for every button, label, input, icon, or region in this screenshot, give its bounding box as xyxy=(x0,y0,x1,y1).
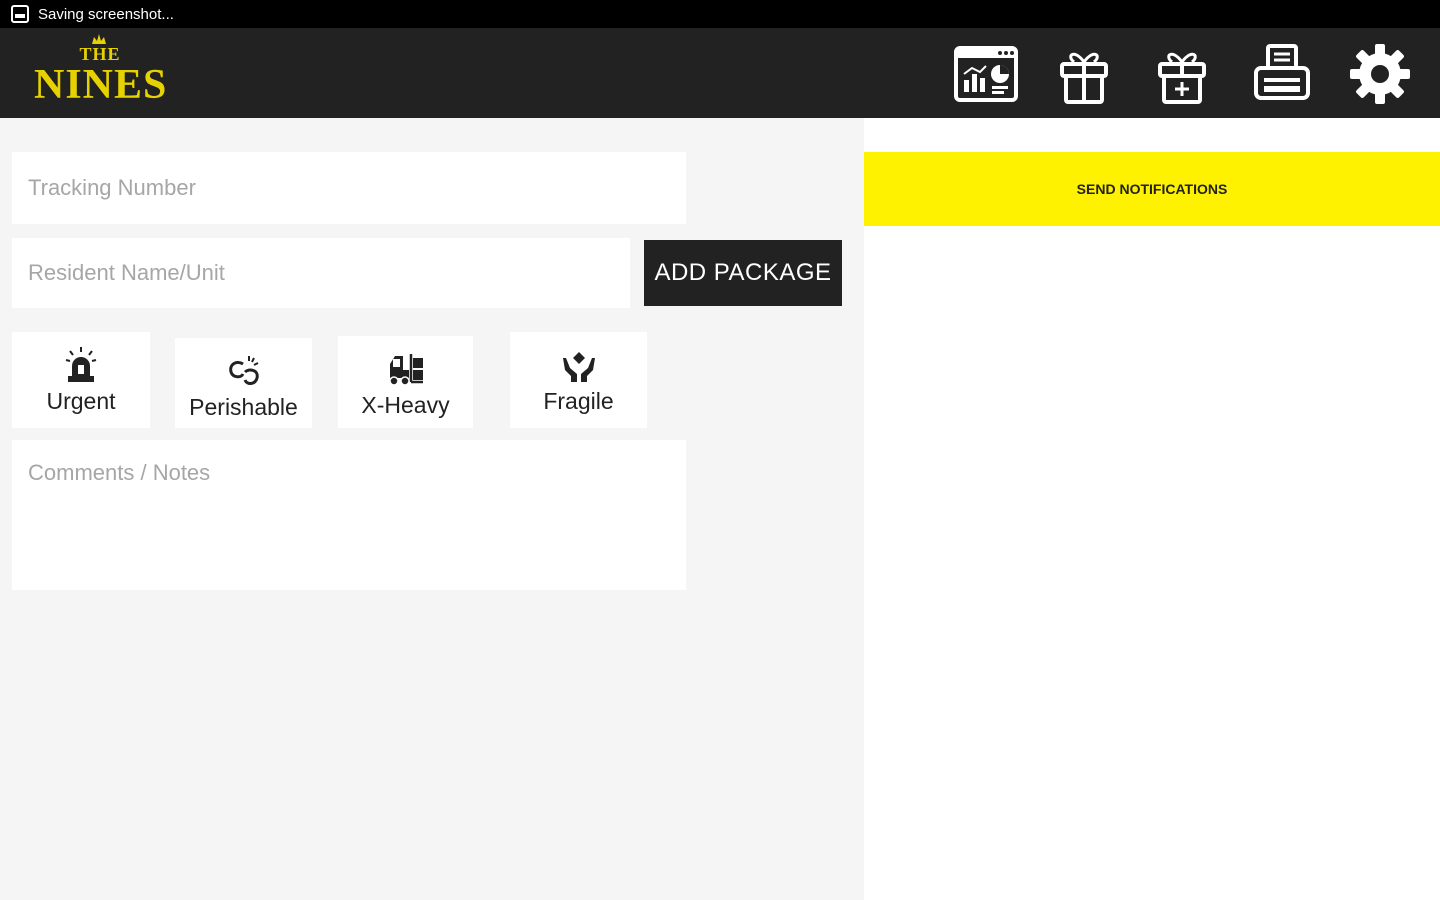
logo-main-text: NINES xyxy=(34,62,168,108)
perishable-flag-button[interactable]: Perishable xyxy=(175,338,312,428)
gear-icon xyxy=(1350,44,1410,104)
settings-button[interactable] xyxy=(1344,38,1416,110)
perishable-icon xyxy=(228,356,259,385)
packages-button[interactable] xyxy=(1048,38,1120,110)
forklift-icon xyxy=(388,354,423,386)
screenshot-icon xyxy=(11,5,29,23)
x-heavy-label: X-Heavy xyxy=(361,392,450,418)
perishable-label: Perishable xyxy=(189,394,298,420)
dashboard-button[interactable] xyxy=(950,38,1022,110)
fragile-hands-icon xyxy=(562,352,595,382)
send-notifications-button[interactable]: SEND NOTIFICATIONS xyxy=(864,152,1440,226)
add-package-toolbar-button[interactable] xyxy=(1146,38,1218,110)
dashboard-icon xyxy=(954,46,1018,102)
fragile-flag-button[interactable]: Fragile xyxy=(510,332,647,428)
app-header: THE NINES xyxy=(0,28,1440,118)
add-package-button[interactable]: ADD PACKAGE xyxy=(644,240,842,306)
crown-icon xyxy=(92,34,106,44)
urgent-label: Urgent xyxy=(46,388,116,414)
urgent-flag-button[interactable]: Urgent xyxy=(12,332,150,428)
system-status-bar: Saving screenshot... xyxy=(0,0,1440,28)
add-gift-icon xyxy=(1158,52,1206,104)
status-text: Saving screenshot... xyxy=(38,5,174,23)
tracking-number-input[interactable] xyxy=(12,152,686,224)
gift-icon xyxy=(1060,52,1108,104)
x-heavy-flag-button[interactable]: X-Heavy xyxy=(338,336,473,428)
notifications-panel: SEND NOTIFICATIONS xyxy=(864,118,1440,900)
resident-name-input[interactable] xyxy=(12,238,630,308)
logo: THE NINES xyxy=(30,34,180,110)
print-button[interactable] xyxy=(1246,38,1318,110)
fragile-label: Fragile xyxy=(543,388,614,414)
printer-icon xyxy=(1254,44,1310,100)
alarm-light-icon xyxy=(65,347,97,382)
package-form-panel: ADD PACKAGE Urgent Perishable xyxy=(0,118,864,900)
comments-notes-input[interactable] xyxy=(12,440,686,590)
